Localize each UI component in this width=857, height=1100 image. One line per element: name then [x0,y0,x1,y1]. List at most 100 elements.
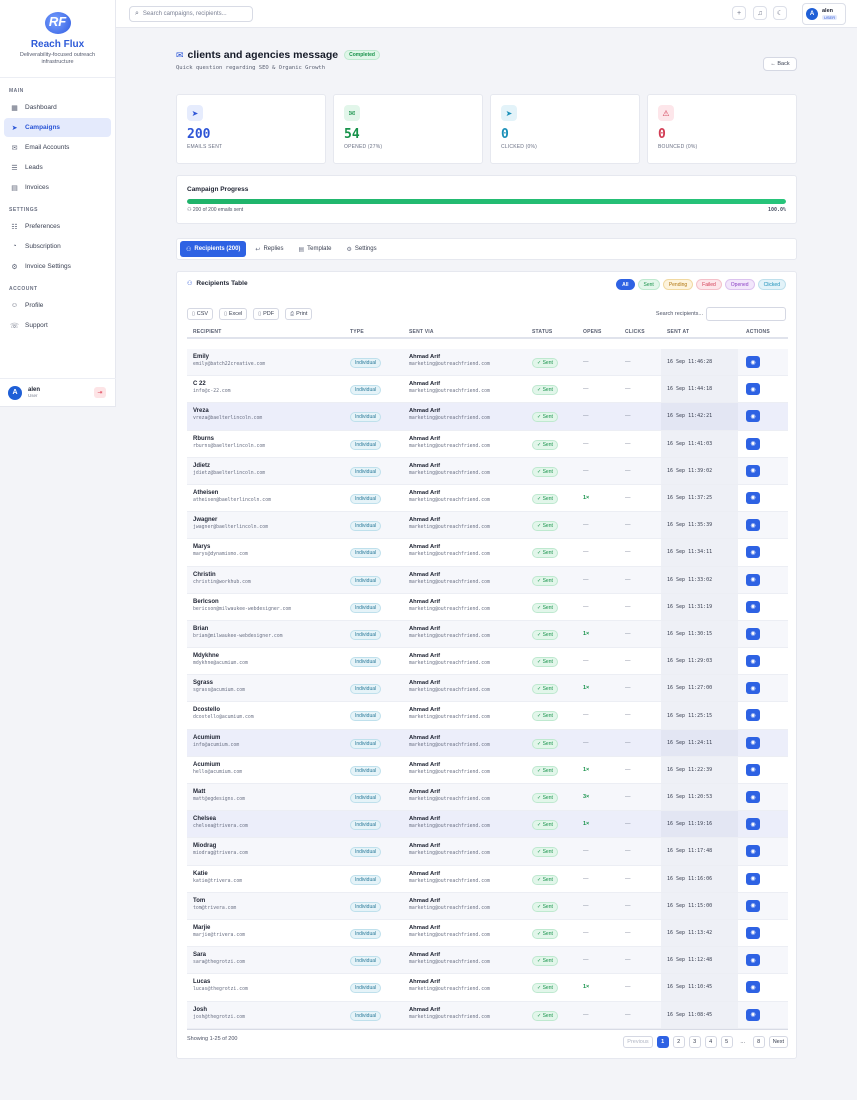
view-button[interactable]: ◉ [746,464,760,477]
column-header-actions[interactable]: ACTIONS [746,329,770,335]
view-button[interactable]: ◉ [746,763,760,776]
filter-clicked[interactable]: Clicked [757,279,786,290]
table-row[interactable]: Jdietz jdietz@baelterlincoln.com Individua… [187,457,788,485]
page-8-button[interactable]: 8 [752,1036,765,1048]
search-input[interactable]: ⌕ Search campaigns, recipients... [129,6,253,22]
column-header-type[interactable]: TYPE [350,329,364,335]
view-button[interactable]: ◉ [746,899,760,912]
table-row[interactable]: C 22 info@c-22.com Individual Ahmad Arif mar… [187,376,788,404]
tab-settings[interactable]: ⚙ Settings [341,241,383,257]
view-button[interactable]: ◉ [746,926,760,939]
view-button[interactable]: ◉ [746,356,760,368]
column-header-opens[interactable]: OPENS [583,329,602,335]
table-search-input[interactable] [706,307,786,321]
page-3-button[interactable]: 3 [688,1036,701,1048]
view-button[interactable]: ◉ [746,818,760,831]
table-row[interactable]: Sgrass sgrass@acumium.com Individual Ahmad … [187,675,788,703]
back-button[interactable]: ← Back [763,57,797,71]
export-pdf-button[interactable]: ▯ PDF [253,308,280,320]
filter-failed[interactable]: Failed [696,279,722,290]
table-row[interactable]: Rburns rburns@baelterlincoln.com Individua… [187,430,788,458]
view-button[interactable]: ◉ [746,410,760,423]
table-row[interactable]: Miodrag miodrag@trivera.com Individual Ahma… [187,838,788,866]
export-csv-button[interactable]: ▯ CSV [187,308,214,320]
column-header-status[interactable]: STATUS [532,329,552,335]
view-button[interactable]: ◉ [746,954,760,967]
table-row[interactable]: Marys marys@dynamismo.com Individual Ahmad … [187,539,788,567]
column-header-clicks[interactable]: CLICKS [625,329,645,335]
sidebar-item-support[interactable]: ☏ Support [4,316,111,335]
export-excel-button[interactable]: ▯ Excel [219,308,248,320]
view-button[interactable]: ◉ [746,981,760,994]
table-row[interactable]: Emily emily@batch22creative.com Individual… [187,349,788,377]
table-row[interactable]: Lucas lucas@thegrotzi.com Individual Ahmad … [187,974,788,1002]
view-button[interactable]: ◉ [746,519,760,532]
table-row[interactable]: Brian brian@milwaukee-webdesigner.com Indi… [187,620,788,649]
table-row[interactable]: Christin christin@workhub.com Individual Ah… [187,566,788,594]
sidebar-item-invoices[interactable]: ▤ Invoices [4,178,111,197]
table-row[interactable]: Dcostello dcostello@acumium.com Individual… [187,702,788,730]
logout-icon[interactable]: ⇥ [94,387,106,398]
tab-recipients[interactable]: ⚇ Recipients (200) [180,241,247,257]
table-row[interactable]: Mdykhne mdykhne@acumium.com Individual Ahma… [187,648,788,676]
filter-pending[interactable]: Pending [662,279,694,290]
page-4-button[interactable]: 4 [704,1036,717,1048]
table-row[interactable]: Sara sara@thegrotzi.com Individual Ahmad Ar… [187,947,788,975]
moon-icon[interactable]: ☾ [773,6,787,20]
table-row[interactable]: Chelsea chelsea@trivera.com Individual Ahma… [187,811,788,839]
view-button[interactable]: ◉ [746,872,760,885]
filter-sent[interactable]: Sent [637,279,660,290]
export-print-button[interactable]: ⎙ Print [285,308,313,320]
page-5-button[interactable]: 5 [720,1036,733,1048]
table-row[interactable]: Acumium hello@acumium.com Individual Ahmad … [187,756,788,784]
tab-template[interactable]: ▤ Template [292,241,337,257]
view-button[interactable]: ◉ [746,736,760,749]
bell-icon[interactable]: ♫ [753,6,767,20]
view-button[interactable]: ◉ [746,682,760,695]
page-2-button[interactable]: 2 [672,1036,685,1048]
table-row[interactable]: Atheisen atheisen@baelterlincoln.com Indiv… [187,484,788,513]
column-header-sent-via[interactable]: SENT VIA [409,329,434,335]
table-row[interactable]: Tom tom@trivera.com Individual Ahmad Arif ma… [187,892,788,920]
view-button[interactable]: ◉ [746,600,760,613]
tab-replies[interactable]: ↩ Replies [249,241,289,257]
filter-opened[interactable]: Opened [724,279,755,290]
table-row[interactable]: Josh josh@thegrotzi.com Individual Ahmad Ar… [187,1001,788,1029]
sidebar-item-dashboard[interactable]: ▦ Dashboard [4,98,111,117]
prev-page-button[interactable]: Previous [623,1036,653,1048]
view-button[interactable]: ◉ [746,437,760,450]
sidebar-item-profile[interactable]: ☺ Profile [4,296,111,315]
view-button[interactable]: ◉ [746,655,760,668]
sidebar-item-preferences[interactable]: ☷ Preferences [4,217,111,236]
sidebar-user[interactable]: A alen User ⇥ [0,378,116,406]
table-row[interactable]: Berlcson bericson@milwaukee-webdesigner.c… [187,593,788,621]
filter-all[interactable]: All [616,279,635,290]
table-row[interactable]: Matt matt@egdesigns.com Individual Ahmad Ar… [187,784,788,812]
page-1-button[interactable]: 1 [656,1036,669,1048]
sidebar-item-email-accounts[interactable]: ✉ Email Accounts [4,138,111,157]
next-page-button[interactable]: Next [768,1036,788,1048]
column-header-sent-at[interactable]: SENT AT [667,329,689,335]
view-button[interactable]: ◉ [746,383,760,396]
table-row[interactable]: Katie katie@trivera.com Individual Ahmad Ar… [187,865,788,893]
sidebar-item-campaigns[interactable]: ➤ Campaigns [4,118,111,137]
user-menu[interactable]: A alen USER [802,3,846,25]
sidebar-item-invoice-settings[interactable]: ⚙ Invoice Settings [4,257,111,276]
view-button[interactable]: ◉ [746,709,760,722]
view-button[interactable]: ◉ [746,573,760,586]
table-row[interactable]: Acumium info@acumium.com Individual Ahmad A… [187,729,788,757]
table-row[interactable]: Jwagner jwagner@baelterlincoln.com Individ… [187,512,788,540]
table-row[interactable]: Vreza vreza@baelterlincoln.com Individual A… [187,403,788,431]
view-button[interactable]: ◉ [746,791,760,803]
sidebar-item-leads[interactable]: ☰ Leads [4,158,111,177]
brand-logo[interactable]: RF [41,10,75,36]
sidebar-item-subscription[interactable]: ◔ Subscription [4,237,111,256]
table-row[interactable]: Marjie marjie@trivera.com Individual Ahmad … [187,919,788,948]
view-button[interactable]: ◉ [746,546,760,559]
plus-icon[interactable]: + [732,6,746,20]
view-button[interactable]: ◉ [746,845,760,858]
column-header-recipient[interactable]: RECIPIENT [193,329,221,335]
view-button[interactable]: ◉ [746,1008,760,1021]
view-button[interactable]: ◉ [746,627,760,640]
view-button[interactable]: ◉ [746,491,760,504]
